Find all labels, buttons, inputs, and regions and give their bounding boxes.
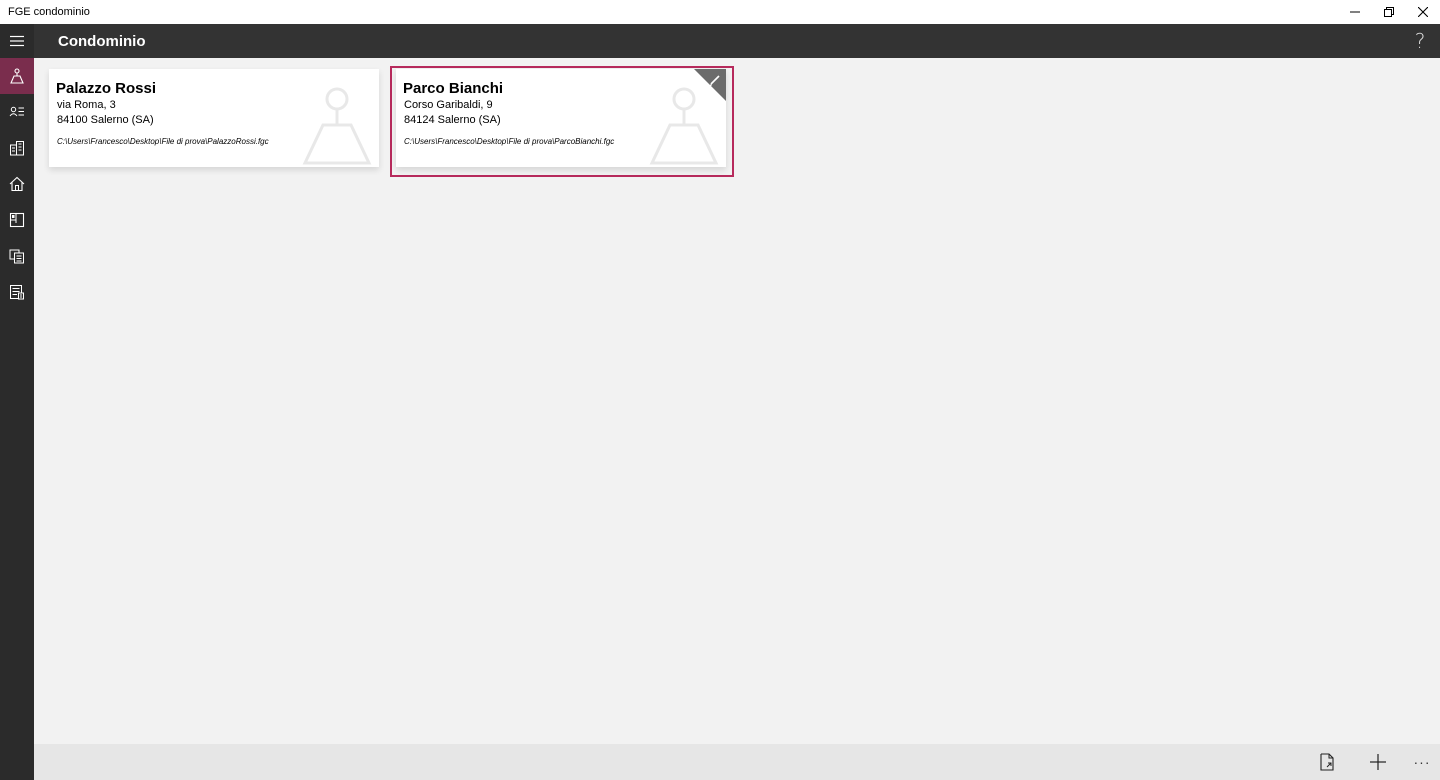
page-title: Condominio xyxy=(58,32,146,50)
sidebar-item-floor-plan[interactable] xyxy=(0,202,34,238)
open-file-button[interactable] xyxy=(1315,750,1339,774)
more-options-button[interactable]: ··· xyxy=(1410,750,1434,774)
bottom-app-bar: ··· xyxy=(34,744,1440,780)
condominium-file-path: C:\Users\Francesco\Desktop\File di prova… xyxy=(57,137,269,146)
condominium-name: Palazzo Rossi xyxy=(56,80,157,97)
condominium-watermark-icon xyxy=(302,87,372,165)
condominium-card-selected[interactable]: Parco Bianchi Corso Garibaldi, 9 84124 S… xyxy=(396,69,726,167)
window-controls xyxy=(1338,0,1440,24)
close-icon xyxy=(1418,7,1428,17)
minimize-icon xyxy=(1350,11,1360,13)
home-icon xyxy=(9,176,25,192)
edit-pencil-icon[interactable] xyxy=(694,69,726,101)
sidebar-item-buildings[interactable] xyxy=(0,130,34,166)
window-title: FGE condominio xyxy=(8,6,90,18)
sidebar-item-report[interactable] xyxy=(0,274,34,310)
condominium-file-path: C:\Users\Francesco\Desktop\File di prova… xyxy=(404,137,615,146)
title-bar: FGE condominio xyxy=(0,0,1440,24)
floor-plan-icon xyxy=(9,212,25,228)
restore-icon xyxy=(1384,7,1394,17)
contacts-list-icon xyxy=(9,106,24,117)
sidebar-item-documents[interactable] xyxy=(0,238,34,274)
minimize-button[interactable] xyxy=(1338,0,1372,24)
restore-button[interactable] xyxy=(1372,0,1406,24)
sidebar-item-condominio[interactable] xyxy=(0,58,34,94)
report-icon xyxy=(10,285,24,300)
condominium-list: Palazzo Rossi via Roma, 3 84100 Salerno … xyxy=(34,58,1440,744)
add-icon xyxy=(1370,754,1386,770)
condominium-card[interactable]: Palazzo Rossi via Roma, 3 84100 Salerno … xyxy=(49,69,379,167)
condominium-city: 84124 Salerno (SA) xyxy=(404,114,501,126)
add-button[interactable] xyxy=(1366,750,1390,774)
documents-icon xyxy=(9,249,24,264)
condominium-name: Parco Bianchi xyxy=(403,80,504,97)
condominium-address: Corso Garibaldi, 9 xyxy=(404,99,493,111)
help-button[interactable]: ? xyxy=(1408,28,1432,54)
hamburger-menu-button[interactable] xyxy=(0,24,34,58)
condominium-address: via Roma, 3 xyxy=(57,99,116,111)
sidebar-item-home[interactable] xyxy=(0,166,34,202)
buildings-icon xyxy=(10,141,24,156)
page-header: Condominio ? xyxy=(34,24,1440,58)
condominium-icon xyxy=(10,68,24,84)
condominium-city: 84100 Salerno (SA) xyxy=(57,114,154,126)
hamburger-menu-icon xyxy=(10,35,24,47)
sidebar-item-contacts[interactable] xyxy=(0,94,34,130)
close-button[interactable] xyxy=(1406,0,1440,24)
open-file-icon xyxy=(1320,753,1334,771)
sidebar xyxy=(0,24,34,780)
